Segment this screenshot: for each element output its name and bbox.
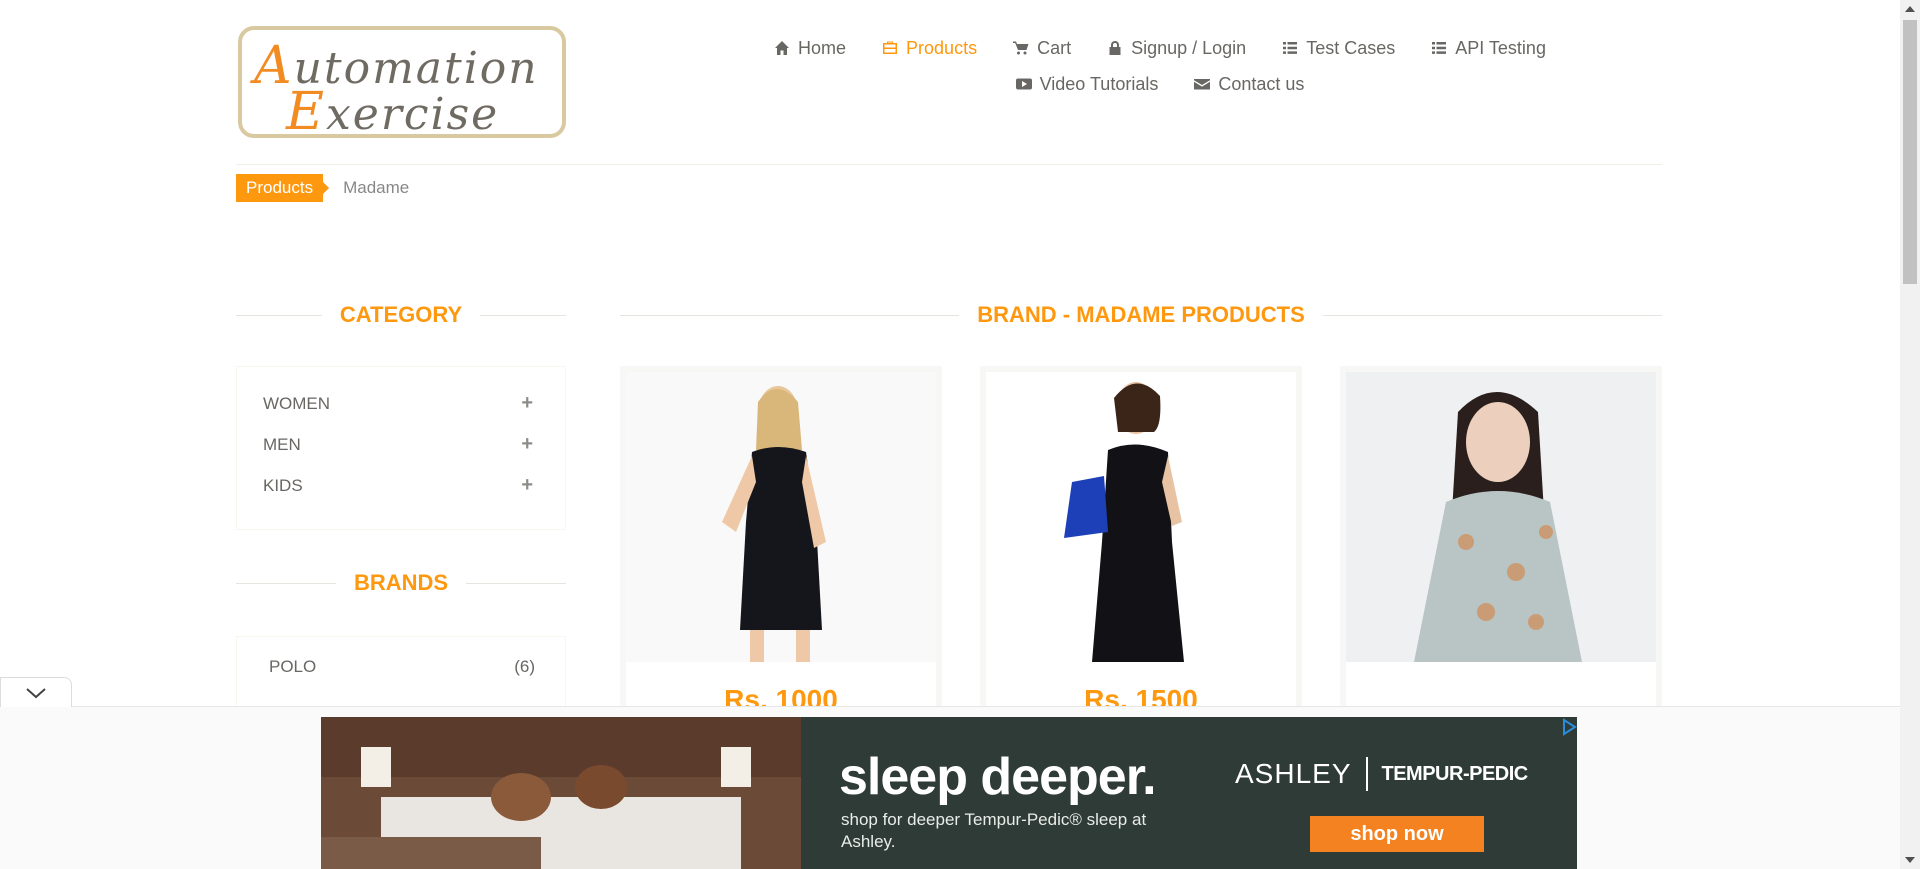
- category-men[interactable]: MEN +: [237, 424, 565, 465]
- products-title: BRAND - MADAME PRODUCTS: [977, 302, 1305, 327]
- scroll-thumb[interactable]: [1903, 20, 1917, 284]
- nav-video-tutorials-label: Video Tutorials: [1039, 73, 1159, 94]
- category-women[interactable]: WOMEN +: [237, 383, 565, 424]
- caret-up-icon: [1905, 6, 1915, 12]
- nav-api-testing[interactable]: API Testing: [1413, 36, 1564, 60]
- nav-products-label: Products: [906, 37, 978, 58]
- ad-subline: shop for deeper Tempur-Pedic® sleep at A…: [841, 810, 1147, 851]
- nav-signup-login-label: Signup / Login: [1131, 37, 1247, 58]
- ad-brand-tempur: TEMPUR-PEDIC: [1381, 762, 1529, 785]
- category-women-label: WOMEN: [263, 393, 331, 413]
- brands-title: BRANDS: [353, 570, 449, 595]
- page-scrollbar[interactable]: [1900, 0, 1920, 869]
- ad-banner[interactable]: sleep deeper. shop for deeper Tempur-Ped…: [321, 717, 1577, 869]
- chevron-down-icon: [26, 687, 46, 698]
- products-heading: BRAND - MADAME PRODUCTS: [620, 302, 1663, 328]
- product-image: [986, 372, 1296, 662]
- category-men-label: MEN: [263, 434, 301, 454]
- page: Automation Exercise Home Products Cart S…: [0, 0, 1900, 869]
- category-panel: WOMEN + MEN + KIDS +: [236, 366, 566, 530]
- breadcrumb-products[interactable]: Products: [236, 174, 330, 202]
- ad-headline: sleep deeper.: [839, 748, 1157, 806]
- envelope-icon: [1194, 79, 1211, 90]
- ad-shop-now-button[interactable]: shop now: [1310, 816, 1484, 852]
- brand-polo-label: POLO: [269, 657, 317, 676]
- nav-contact-us-label: Contact us: [1218, 73, 1305, 94]
- products-icon: [883, 41, 898, 54]
- list-icon: [1432, 42, 1447, 54]
- brands-heading: BRANDS: [236, 570, 566, 596]
- youtube-icon: [1015, 78, 1032, 90]
- nav-test-cases[interactable]: Test Cases: [1264, 36, 1413, 60]
- nav-home-label: Home: [798, 37, 847, 58]
- category-heading: CATEGORY: [236, 302, 567, 328]
- category-title: CATEGORY: [339, 302, 463, 327]
- collapse-ad-button[interactable]: [0, 677, 72, 707]
- logo-line-2: Exercise: [286, 82, 500, 138]
- nav-row-2: Video Tutorials Contact us: [740, 72, 1580, 96]
- nav-signup-login[interactable]: Signup / Login: [1089, 36, 1264, 60]
- nav-cart[interactable]: Cart: [995, 36, 1089, 60]
- ad-brands: ASHLEY TEMPUR-PEDIC: [1235, 757, 1528, 791]
- cart-icon: [1013, 41, 1029, 55]
- scroll-down-button[interactable]: [1900, 851, 1920, 869]
- category-kids[interactable]: KIDS +: [237, 465, 565, 506]
- breadcrumb: Products Madame: [236, 174, 409, 202]
- nav-products[interactable]: Products: [864, 36, 995, 60]
- brand-polo[interactable]: POLO (6): [237, 647, 565, 687]
- home-icon: [775, 41, 790, 55]
- lock-icon: [1109, 41, 1121, 55]
- plus-icon[interactable]: +: [521, 433, 533, 456]
- main-nav: Home Products Cart Signup / Login Test C…: [740, 36, 1580, 96]
- ad-brand-ashley: ASHLEY: [1235, 758, 1352, 789]
- scroll-up-button[interactable]: [1900, 0, 1920, 18]
- caret-down-icon: [1905, 857, 1915, 863]
- nav-video-tutorials[interactable]: Video Tutorials: [998, 72, 1177, 96]
- nav-api-testing-label: API Testing: [1455, 37, 1546, 58]
- list-icon: [1283, 42, 1298, 54]
- category-kids-label: KIDS: [263, 475, 303, 495]
- nav-test-cases-label: Test Cases: [1306, 37, 1396, 58]
- plus-icon[interactable]: +: [521, 474, 533, 497]
- plus-icon[interactable]: +: [521, 392, 533, 415]
- product-image: [1346, 372, 1656, 662]
- header-divider: [236, 164, 1662, 165]
- nav-row-1: Home Products Cart Signup / Login Test C…: [740, 36, 1580, 60]
- nav-cart-label: Cart: [1037, 37, 1072, 58]
- ad-image: [321, 717, 801, 869]
- brand-polo-count: (6): [514, 657, 535, 676]
- site-logo[interactable]: Automation Exercise: [238, 26, 566, 138]
- adchoices-icon[interactable]: [1560, 718, 1578, 736]
- nav-home[interactable]: Home: [756, 36, 864, 60]
- breadcrumb-current: Madame: [343, 178, 410, 197]
- product-image: [626, 372, 936, 662]
- ad-divider: [0, 706, 1900, 707]
- nav-contact-us[interactable]: Contact us: [1176, 72, 1322, 96]
